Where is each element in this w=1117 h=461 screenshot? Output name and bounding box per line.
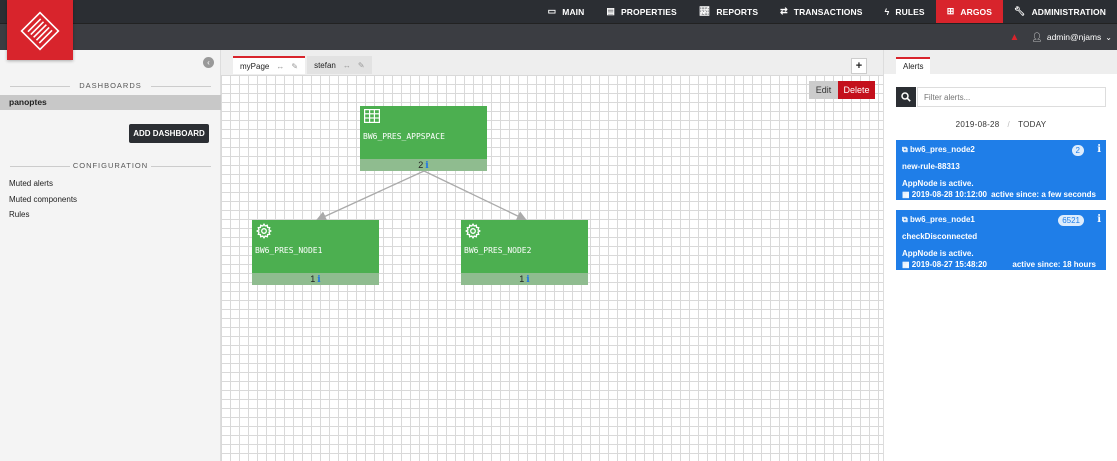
edge-appspace-node2 <box>423 170 528 221</box>
tab-mypage[interactable]: myPage ↔ ✎ <box>233 56 306 74</box>
node-label: BW6_PRES_APPSPACE <box>363 132 445 141</box>
collapse-sidebar-button[interactable]: ‹ <box>203 57 214 68</box>
alert-count-badge: 2 <box>1071 145 1084 156</box>
node-bw6-pres-node2[interactable]: BW6_PRES_NODE2 1i <box>461 220 588 285</box>
alert-node[interactable]: bw6_pres_node1 <box>910 215 975 224</box>
canvas-grid[interactable]: Edit Delete BW6_PRES_APPSPACE 2i BW6_PRE… <box>221 75 883 461</box>
node-bw6-pres-appspace[interactable]: BW6_PRES_APPSPACE 2i <box>360 106 487 171</box>
node-footer: 2i <box>360 159 487 171</box>
info-icon[interactable]: i <box>317 275 320 285</box>
table-icon <box>364 109 381 125</box>
sidebar-item-rules[interactable]: Rules <box>9 210 29 219</box>
calendar-icon: ▦ <box>902 190 910 199</box>
info-icon[interactable]: i <box>1097 214 1101 225</box>
wrench-icon: 🔧︎ <box>1014 6 1026 16</box>
chart-icon: 📈︎ <box>698 6 711 16</box>
user-icon: 👤︎ <box>1031 31 1043 42</box>
bolt-icon: ϟ <box>884 6 890 17</box>
monitor-icon: ▭ <box>547 6 557 16</box>
alert-rule: new-rule-88313 <box>902 162 960 171</box>
gear-icon <box>465 223 481 241</box>
alert-count-badge: 6521 <box>1058 215 1084 226</box>
warning-icon[interactable]: ▲ <box>1010 32 1020 43</box>
dashboard-workspace: myPage ↔ ✎ stefan ↔ ✎ + Edit Delete BW6_… <box>221 50 883 461</box>
move-icon[interactable]: ↔ <box>276 62 284 71</box>
search-icon[interactable] <box>896 87 916 107</box>
chevron-down-icon[interactable]: ⌄ <box>1105 33 1112 42</box>
pencil-icon[interactable]: ✎ <box>291 62 298 71</box>
sidebar-item-muted-components[interactable]: Muted components <box>9 195 77 204</box>
nav-argos[interactable]: ⊞ ARGOS <box>935 0 1004 23</box>
external-link-icon[interactable]: ⧉ <box>902 145 908 154</box>
external-link-icon[interactable]: ⧉ <box>902 215 908 224</box>
alert-time: 2019-08-28 10:12:00 <box>911 190 987 199</box>
nav-reports[interactable]: 📈︎ REPORTS <box>688 0 769 23</box>
nav-properties[interactable]: ▤ PROPERTIES <box>595 0 687 23</box>
main-nav: ▭ MAIN ▤ PROPERTIES 📈︎ REPORTS ⇄ TRANSACTION… <box>537 0 1117 23</box>
alert-card[interactable]: ⧉ bw6_pres_node1 6521 i checkDisconnecte… <box>896 210 1106 270</box>
sidebar-item-panoptes[interactable]: panoptes <box>0 95 221 110</box>
page-tabs: myPage ↔ ✎ stefan ↔ ✎ <box>233 56 374 74</box>
move-icon[interactable]: ↔ <box>343 61 351 70</box>
node-label: BW6_PRES_NODE2 <box>464 246 532 255</box>
user-area: ▲ 👤︎ admin@njams ⌄ <box>1010 27 1113 47</box>
date-row: 2019-08-28/TODAY <box>955 120 1047 129</box>
nav-transactions[interactable]: ⇄ TRANSACTIONS <box>769 0 873 23</box>
info-icon[interactable]: i <box>1097 144 1101 155</box>
configuration-heading: CONFIGURATION <box>0 161 221 170</box>
sidebar-item-muted-alerts[interactable]: Muted alerts <box>9 179 53 188</box>
pencil-icon[interactable]: ✎ <box>358 61 365 70</box>
alerts-body: 2019-08-28/TODAY ⧉ bw6_pres_node2 2 i ne… <box>884 74 1117 461</box>
user-menu[interactable]: admin@njams <box>1047 32 1101 42</box>
node-label: BW6_PRES_NODE1 <box>255 246 323 255</box>
node-footer: 1i <box>461 273 588 285</box>
grid-icon: ⊞ <box>946 6 955 16</box>
alert-rule: checkDisconnected <box>902 232 978 241</box>
alert-message: AppNode is active. <box>902 179 974 188</box>
alert-since: active since: a few seconds <box>991 190 1096 199</box>
tab-stefan[interactable]: stefan ↔ ✎ <box>307 56 372 74</box>
exchange-icon: ⇄ <box>780 6 788 16</box>
alert-since: active since: 18 hours <box>1012 260 1096 269</box>
add-tab-button[interactable]: + <box>851 58 867 74</box>
alert-node[interactable]: bw6_pres_node2 <box>910 145 975 154</box>
sidebar: ‹ DASHBOARDS panoptes ADD DASHBOARD CONF… <box>0 50 221 461</box>
tab-alerts[interactable]: Alerts <box>896 57 931 74</box>
top-navbar: ▭ MAIN ▤ PROPERTIES 📈︎ REPORTS ⇄ TRANSACTION… <box>0 0 1117 23</box>
info-icon[interactable]: i <box>526 275 529 285</box>
nav-rules[interactable]: ϟ RULES <box>874 0 936 23</box>
nav-administration[interactable]: 🔧︎ ADMINISTRATION <box>1003 0 1117 23</box>
date-label[interactable]: 2019-08-28 <box>956 120 1000 129</box>
gear-icon <box>256 223 272 241</box>
alert-time: 2019-08-27 15:48:20 <box>911 260 987 269</box>
logo-icon <box>20 11 60 51</box>
today-label[interactable]: TODAY <box>1018 120 1046 129</box>
list-icon: ▤ <box>606 6 615 16</box>
app-logo[interactable] <box>7 0 73 60</box>
calendar-icon: ▦ <box>902 260 910 269</box>
node-bw6-pres-node1[interactable]: BW6_PRES_NODE1 1i <box>252 220 379 285</box>
sub-navbar <box>0 23 1117 50</box>
edge-appspace-node1 <box>315 170 425 221</box>
dashboards-heading: DASHBOARDS <box>0 81 221 90</box>
filter-alerts-input[interactable] <box>917 87 1106 107</box>
add-dashboard-button[interactable]: ADD DASHBOARD <box>129 124 209 143</box>
alert-message: AppNode is active. <box>902 249 974 258</box>
nav-main[interactable]: ▭ MAIN <box>537 0 596 23</box>
node-footer: 1i <box>252 273 379 285</box>
alert-card[interactable]: ⧉ bw6_pres_node2 2 i new-rule-88313 AppN… <box>896 140 1106 200</box>
alerts-panel: Alerts 2019-08-28/TODAY ⧉ bw6_pres_node2… <box>883 50 1117 461</box>
info-icon[interactable]: i <box>425 161 428 171</box>
